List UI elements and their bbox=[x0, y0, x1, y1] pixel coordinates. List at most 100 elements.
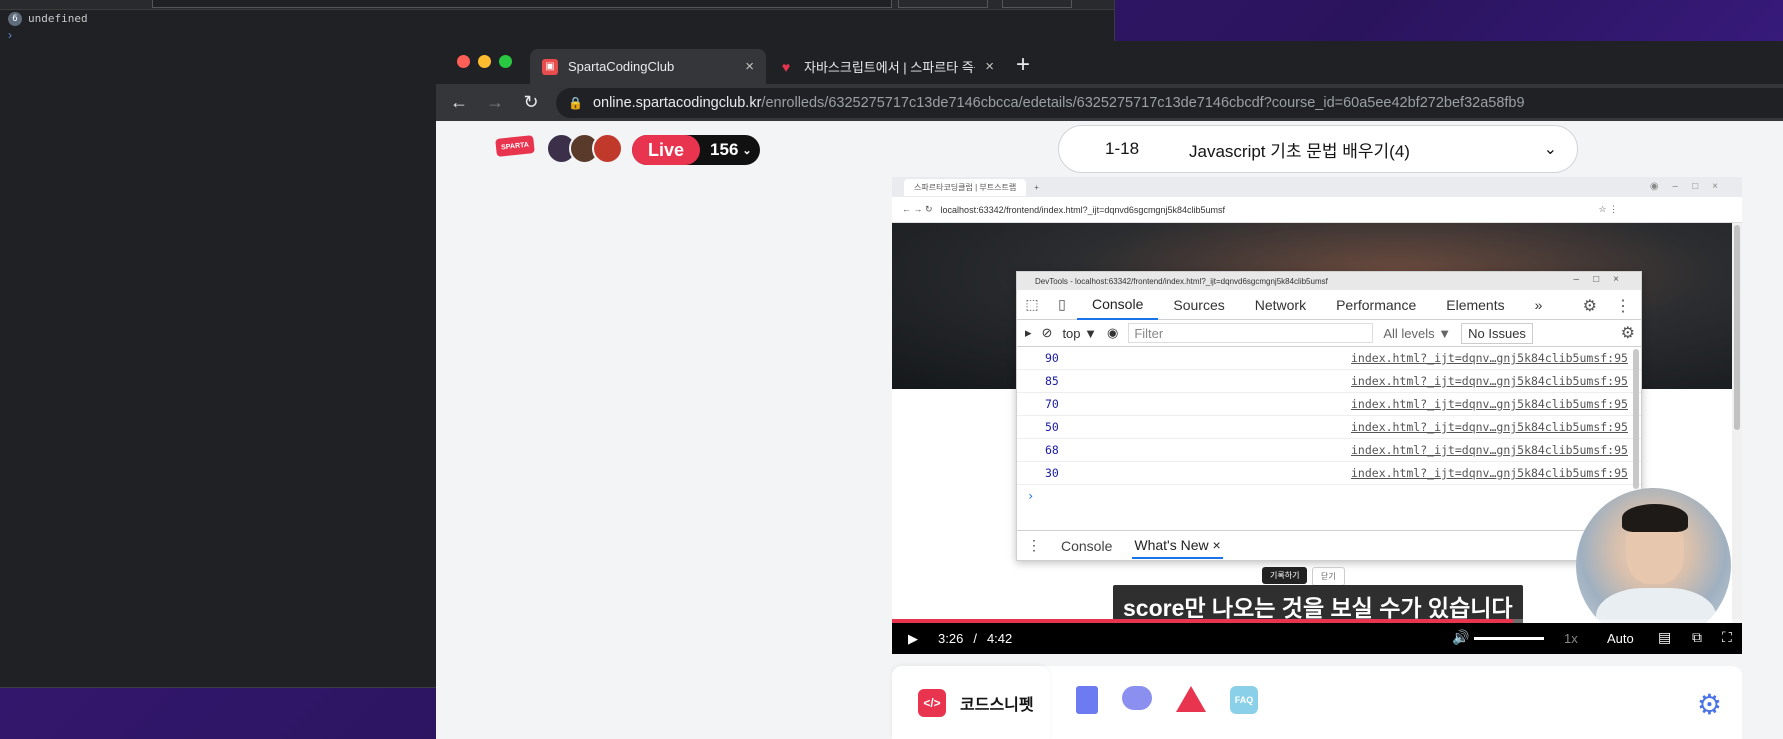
console-output-text: undefined bbox=[28, 12, 88, 25]
bottom-tool-icons: FAQ bbox=[1076, 686, 1258, 714]
devtools-drawer: ⋮ Console What's New × bbox=[1017, 530, 1641, 560]
chevron-down-icon: ⌄ bbox=[742, 144, 752, 157]
devtools-title: DevTools - localhost:63342/frontend/inde… bbox=[1035, 276, 1328, 286]
kebab-menu-icon: ⋮ bbox=[1615, 298, 1631, 315]
gear-icon: ⚙ bbox=[1582, 298, 1597, 315]
video-controls: ▶ 3:26 / 4:42 🔊 1x Auto ▤ ⧉ ⛶ bbox=[892, 623, 1742, 654]
browser-window: ▣ SpartaCodingClub × ♥ 자바스크립트에서 | 스파르타 즉… bbox=[436, 41, 1783, 739]
kebab-menu-icon: ⋮ bbox=[1027, 537, 1041, 553]
playback-speed-button[interactable]: 1x bbox=[1564, 631, 1578, 646]
devtools-titlebar: DevTools - localhost:63342/frontend/inde… bbox=[1017, 272, 1641, 290]
minimize-window-button[interactable] bbox=[478, 55, 491, 68]
tab-strip: ▣ SpartaCodingClub × ♥ 자바스크립트에서 | 스파르타 즉… bbox=[436, 41, 1783, 84]
devtools-scrollbar bbox=[1633, 349, 1639, 489]
console-prompt[interactable]: › bbox=[0, 28, 1114, 42]
document-icon[interactable] bbox=[1076, 686, 1098, 714]
quality-button[interactable]: Auto bbox=[1607, 631, 1634, 646]
devtools-filterbar: ▸ ⊘ top ▼ ◉ Filter All levels ▼ No Issue… bbox=[1017, 320, 1641, 347]
tab-elements: Elements bbox=[1446, 296, 1505, 313]
chat-icon[interactable] bbox=[1122, 686, 1152, 710]
fullscreen-icon[interactable]: ⛶ bbox=[1722, 629, 1732, 646]
gear-icon: ⚙ bbox=[1620, 325, 1635, 342]
issues-button: No Issues bbox=[1461, 322, 1533, 344]
recorded-close-button: 닫기 bbox=[1312, 567, 1345, 586]
lesson-title: Javascript 기초 문법 배우기(4) bbox=[1189, 141, 1410, 161]
close-icon: × bbox=[1212, 536, 1221, 553]
eye-icon: ◉ bbox=[1107, 325, 1119, 340]
picture-in-picture-icon[interactable]: ⧉ bbox=[1692, 629, 1702, 646]
tab-spartacodingclub[interactable]: ▣ SpartaCodingClub × bbox=[530, 49, 766, 84]
volume-icon[interactable]: 🔊 bbox=[1452, 629, 1469, 646]
chevron-down-icon[interactable]: ⌄ bbox=[1544, 139, 1557, 159]
time-separator: / bbox=[973, 631, 977, 646]
close-window-button[interactable] bbox=[457, 55, 470, 68]
tab-close-icon[interactable]: × bbox=[985, 58, 994, 75]
url-host: online.spartacodingclub.kr bbox=[592, 94, 762, 111]
device-toggle-icon: ▯ bbox=[1058, 296, 1066, 312]
console-output-line: 6 undefined bbox=[0, 10, 1114, 28]
reload-icon[interactable]: ↻ bbox=[520, 92, 542, 113]
code-snippet-tab[interactable]: </> 코드스니펫 bbox=[892, 666, 1050, 739]
sparta-logo[interactable]: SPARTA bbox=[495, 135, 535, 157]
gear-icon[interactable]: ⚙ bbox=[1697, 688, 1722, 721]
clear-console-icon: ⊘ bbox=[1041, 325, 1053, 340]
video-frame: 스파르타코딩클럽 | 부트스트랩 + ◉–□× ← → ↻ localhost:… bbox=[892, 177, 1742, 643]
recorded-save-button: 기록하기 bbox=[1262, 567, 1308, 584]
new-tab-button[interactable]: + bbox=[1016, 51, 1030, 79]
lesson-selector[interactable]: 1-18 Javascript 기초 문법 배우기(4) ⌄ bbox=[1058, 125, 1578, 173]
console-prompt: › bbox=[1027, 489, 1035, 503]
levels-dropdown: All levels ▼ bbox=[1383, 325, 1452, 341]
drawer-tab-whats-new: What's New × bbox=[1132, 533, 1223, 559]
lecture-bottom-toolbar: </> 코드스니펫 FAQ ⚙ bbox=[892, 666, 1742, 739]
play-icon[interactable]: ▶ bbox=[908, 631, 918, 647]
duration: 4:42 bbox=[986, 631, 1013, 646]
live-badge: Live bbox=[632, 135, 701, 165]
captions-icon[interactable]: ▤ bbox=[1658, 629, 1671, 646]
sparta-favicon-icon: ▣ bbox=[542, 58, 558, 75]
console-log-rows: 90 index.html?_ijt=dqnv…gnj5k84clib5umsf:… bbox=[1017, 347, 1641, 507]
faq-icon[interactable]: FAQ bbox=[1230, 686, 1258, 714]
tab-sources: Sources bbox=[1173, 296, 1225, 313]
video-player[interactable]: 스파르타코딩클럽 | 부트스트랩 + ◉–□× ← → ↻ localhost:… bbox=[892, 177, 1742, 654]
volume-slider[interactable] bbox=[1474, 637, 1544, 640]
table-row: 90 index.html?_ijt=dqnv…gnj5k84clib5umsf:… bbox=[1017, 347, 1641, 370]
code-icon: </> bbox=[918, 688, 946, 717]
inspect-icon: ⬚ bbox=[1025, 296, 1039, 312]
table-row: 30 index.html?_ijt=dqnv…gnj5k84clib5umsf:… bbox=[1017, 462, 1641, 485]
back-arrow-icon[interactable]: ← bbox=[448, 92, 470, 113]
warning-icon[interactable] bbox=[1176, 686, 1206, 712]
drawer-tab-console: Console bbox=[1061, 537, 1113, 554]
live-viewer-avatars bbox=[546, 133, 623, 164]
window-controls bbox=[457, 55, 512, 68]
tab-performance: Performance bbox=[1336, 296, 1417, 313]
forward-arrow-icon[interactable]: → bbox=[484, 92, 506, 113]
console-levels-dropdown[interactable] bbox=[898, 0, 988, 8]
tab-console: Console bbox=[1077, 290, 1159, 320]
console-issues-button[interactable] bbox=[1002, 0, 1072, 8]
table-row: 68 index.html?_ijt=dqnv…gnj5k84clib5umsf:… bbox=[1017, 439, 1641, 462]
address-bar[interactable]: 🔒 online.spartacodingclub.kr/enrolleds/6… bbox=[556, 87, 1783, 118]
recorded-url: localhost:63342/frontend/index.html?_ijt… bbox=[940, 204, 1225, 215]
console-toolbar bbox=[0, 0, 1114, 10]
tab-javascript-qna[interactable]: ♥ 자바스크립트에서 | 스파르타 즉문즉 × bbox=[766, 49, 1006, 84]
browser-toolbar: ← → ↻ 🔒 online.spartacodingclub.kr/enrol… bbox=[436, 84, 1783, 121]
lock-icon: 🔒 bbox=[568, 95, 583, 110]
avatar bbox=[592, 133, 623, 164]
recorded-tab: 스파르타코딩클럽 | 부트스트랩 bbox=[904, 178, 1027, 196]
tab-title: SpartaCodingClub bbox=[568, 59, 675, 74]
table-row: 50 index.html?_ijt=dqnv…gnj5k84clib5umsf:… bbox=[1017, 416, 1641, 439]
sidebar-toggle-icon: ▸ bbox=[1025, 325, 1032, 340]
recorded-window-controls: ◉–□× bbox=[1649, 181, 1732, 192]
recorded-address-bar: ← → ↻ localhost:63342/frontend/index.htm… bbox=[892, 197, 1742, 223]
maximize-window-button[interactable] bbox=[499, 55, 512, 68]
live-counter-button[interactable]: Live 156 ⌄ bbox=[632, 135, 760, 165]
console-filter-input[interactable] bbox=[152, 0, 892, 8]
live-count: 156 bbox=[710, 140, 739, 159]
filter-input: Filter bbox=[1128, 323, 1374, 343]
tab-network: Network bbox=[1254, 296, 1307, 313]
lesson-number: 1-18 bbox=[1105, 139, 1140, 158]
tab-close-icon[interactable]: × bbox=[745, 58, 754, 75]
table-row: 85 index.html?_ijt=dqnv…gnj5k84clib5umsf:… bbox=[1017, 370, 1641, 393]
more-tabs-icon: » bbox=[1534, 296, 1543, 313]
heart-favicon-icon: ♥ bbox=[781, 58, 791, 75]
